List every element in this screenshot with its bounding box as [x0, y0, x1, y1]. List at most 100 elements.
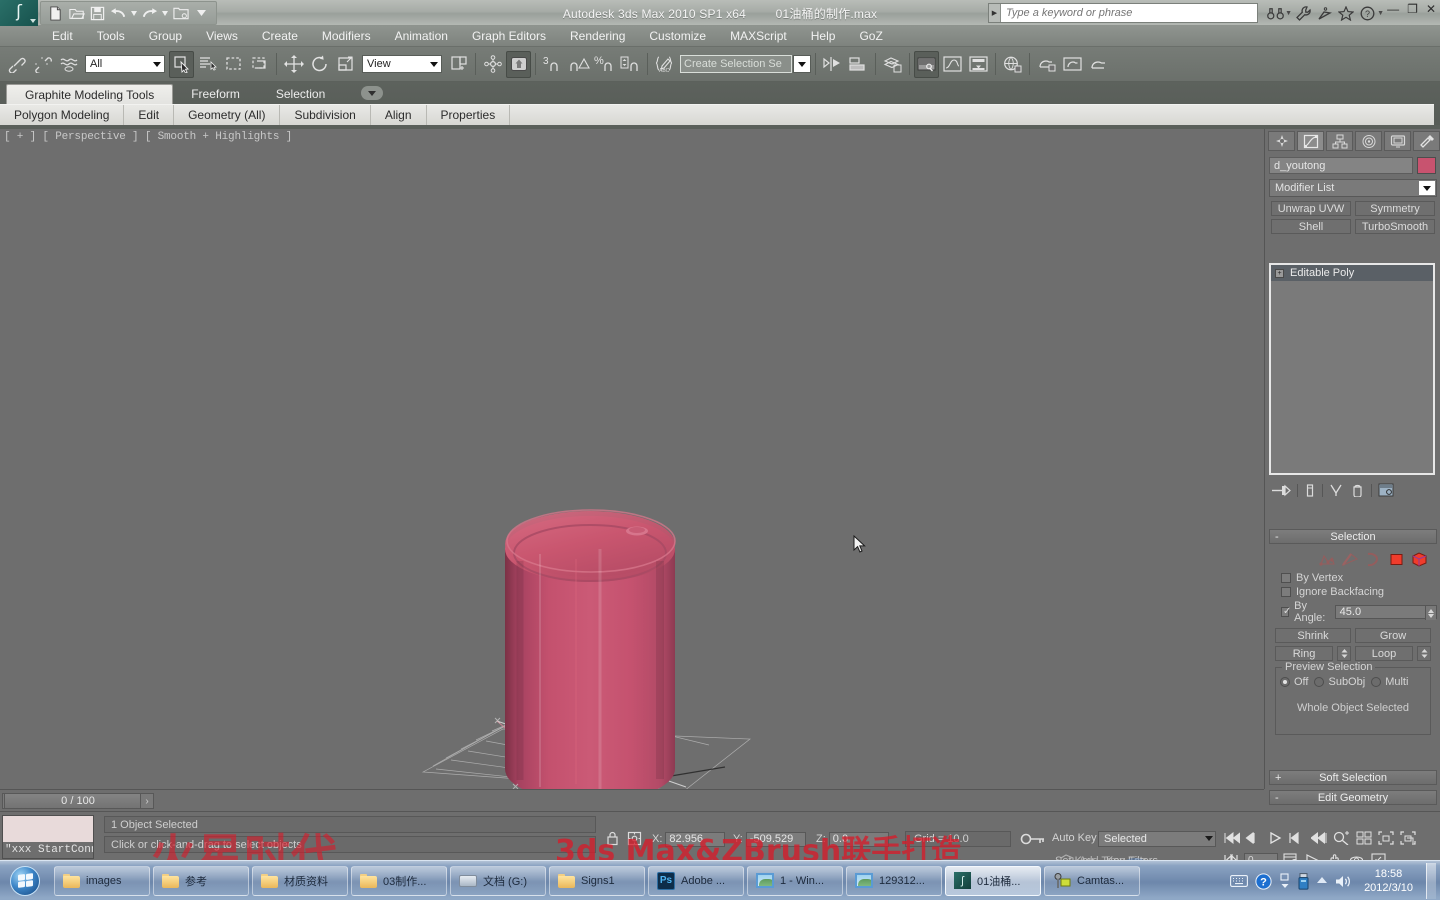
radio-icon[interactable] [1280, 677, 1290, 687]
redo-icon[interactable] [140, 4, 159, 23]
stack-entry-editable-poly[interactable]: + Editable Poly [1271, 265, 1433, 281]
next-frame-icon[interactable] [1288, 829, 1307, 847]
ring-button[interactable]: Ring [1275, 646, 1333, 661]
undo-dropdown-icon[interactable] [130, 4, 138, 23]
zoom-extents-icon[interactable] [1376, 829, 1395, 847]
taskbar-item-3dsmax[interactable]: ʃ 01油桶... [945, 865, 1041, 896]
show-hidden-icons-icon[interactable] [1279, 873, 1291, 889]
chevron-down-icon[interactable] [1205, 836, 1213, 841]
checkbox-icon[interactable] [1281, 573, 1291, 583]
radio-multi[interactable]: Multi [1371, 676, 1408, 688]
taskbar-clock[interactable]: 18:58 2012/3/10 [1360, 867, 1417, 895]
collapse-icon[interactable]: - [1275, 531, 1279, 543]
modifier-button-turbosmooth[interactable]: TurboSmooth [1355, 219, 1435, 234]
coord-x-field[interactable]: 82.956 [665, 831, 726, 847]
checkbox-by-vertex[interactable]: By Vertex [1269, 571, 1437, 585]
menu-item-tools[interactable]: Tools [85, 27, 137, 45]
search-dropdown-icon[interactable]: ▶ [989, 4, 1001, 22]
shrink-button[interactable]: Shrink [1275, 628, 1351, 643]
align-icon[interactable] [846, 51, 871, 78]
panel-polygon-modeling[interactable]: Polygon Modeling [0, 104, 125, 126]
panel-properties[interactable]: Properties [427, 104, 511, 126]
modifier-list-dropdown[interactable]: Modifier List [1269, 179, 1437, 197]
favorites-star-icon[interactable] [1337, 4, 1355, 22]
menu-item-customize[interactable]: Customize [637, 27, 718, 45]
object-name-field[interactable]: d_youtong [1269, 157, 1413, 174]
qat-dropdown-icon[interactable] [192, 4, 211, 23]
material-browser-icon[interactable] [1000, 51, 1025, 78]
percent-snap-toggle-icon[interactable]: % [592, 51, 617, 78]
taskbar-item-images[interactable]: images [54, 865, 150, 896]
auto-key-button[interactable]: Auto Key [1052, 832, 1097, 844]
coord-y-field[interactable]: -509.529 [745, 831, 806, 847]
menu-item-help[interactable]: Help [799, 27, 848, 45]
show-end-result-icon[interactable] [1304, 483, 1316, 497]
coord-x[interactable]: X: 82.956 [652, 831, 726, 847]
ribbon-minimize-dropdown-icon[interactable] [361, 86, 384, 100]
by-angle-spinner[interactable]: 45.0 [1334, 605, 1437, 620]
material-editor-icon[interactable] [914, 50, 939, 78]
undo-icon[interactable] [109, 4, 128, 23]
edge-level-icon[interactable] [1342, 552, 1359, 567]
time-slider-next-button[interactable]: › [140, 793, 154, 809]
display-tab[interactable] [1384, 131, 1411, 151]
reference-coordinate-system-dropdown[interactable]: View [362, 55, 442, 73]
taskbar-item-129312[interactable]: 129312... [846, 865, 942, 896]
curve-editor-icon[interactable] [940, 51, 965, 78]
vertex-level-icon[interactable] [1319, 552, 1336, 567]
zoom-icon[interactable] [1332, 829, 1351, 847]
mirror-icon[interactable] [820, 51, 845, 78]
checkbox-ignore-backfacing[interactable]: Ignore Backfacing [1269, 585, 1437, 599]
window-crossing-toggle-icon[interactable] [247, 51, 272, 78]
keyboard-icon[interactable] [1230, 875, 1249, 887]
loop-button[interactable]: Loop [1355, 646, 1413, 661]
key-selection-level-dropdown[interactable]: Selected [1098, 831, 1216, 847]
go-to-start-icon[interactable] [1222, 829, 1241, 847]
panel-geometry-all[interactable]: Geometry (All) [174, 104, 281, 126]
select-and-link-icon[interactable] [4, 51, 29, 78]
zoom-all-icon[interactable] [1354, 829, 1373, 847]
chevron-down-icon[interactable] [430, 62, 438, 67]
rollup-soft-selection[interactable]: + Soft Selection [1269, 770, 1437, 785]
expand-icon[interactable]: + [1275, 268, 1284, 278]
tab-selection[interactable]: Selection [258, 84, 343, 104]
previous-frame-icon[interactable] [1244, 829, 1263, 847]
expand-icon[interactable]: + [1275, 772, 1281, 784]
rectangular-selection-region-icon[interactable] [221, 51, 246, 78]
satellite-icon[interactable] [1316, 4, 1334, 22]
radio-subobj[interactable]: SubObj [1314, 676, 1365, 688]
app-logo-icon[interactable]: ʃ [0, 0, 38, 26]
panel-edit[interactable]: Edit [124, 104, 175, 126]
schematic-view-icon[interactable] [966, 51, 991, 78]
menu-item-maxscript[interactable]: MAXScript [718, 27, 799, 45]
bind-to-space-warp-icon[interactable] [56, 51, 81, 78]
taskbar-item-window-1[interactable]: 1 - Win... [747, 865, 843, 896]
use-pivot-point-center-icon[interactable] [446, 51, 471, 78]
help-icon[interactable]: ? [1255, 872, 1272, 890]
grow-button[interactable]: Grow [1355, 628, 1431, 643]
maxscript-mini-listener[interactable]: "xxx StartConn [2, 815, 94, 859]
menu-item-edit[interactable]: Edit [40, 27, 85, 45]
search-input[interactable] [1001, 7, 1257, 19]
tab-graphite-modeling-tools[interactable]: Graphite Modeling Tools [6, 84, 174, 104]
taskbar-item-documents-g[interactable]: 文档 (G:) [450, 865, 546, 896]
close-button[interactable]: ✕ [1426, 2, 1436, 16]
layer-manager-icon[interactable] [880, 51, 905, 78]
redo-dropdown-icon[interactable] [161, 4, 169, 23]
select-object-icon[interactable] [169, 50, 194, 78]
usb-icon[interactable] [1298, 872, 1309, 890]
absolute-relative-transform-toggle-icon[interactable] [626, 830, 642, 846]
create-tab[interactable] [1268, 131, 1295, 151]
spinner-arrows-icon[interactable] [1425, 606, 1436, 620]
taskbar-item-signs1[interactable]: Signs1 [549, 865, 645, 896]
select-and-rotate-icon[interactable] [307, 51, 332, 78]
menu-item-group[interactable]: Group [137, 27, 194, 45]
menu-item-goz[interactable]: GoZ [847, 27, 894, 45]
taskbar-item-camtasia[interactable]: Camtas... [1044, 865, 1140, 896]
menu-item-modifiers[interactable]: Modifiers [310, 27, 383, 45]
coord-y[interactable]: Y: -509.529 [733, 831, 806, 847]
coord-z[interactable]: Z: 0.0 [816, 831, 889, 847]
restore-button[interactable]: ❐ [1407, 2, 1418, 16]
rollup-edit-geometry[interactable]: - Edit Geometry [1269, 790, 1437, 805]
chevron-down-icon[interactable] [1419, 181, 1435, 195]
